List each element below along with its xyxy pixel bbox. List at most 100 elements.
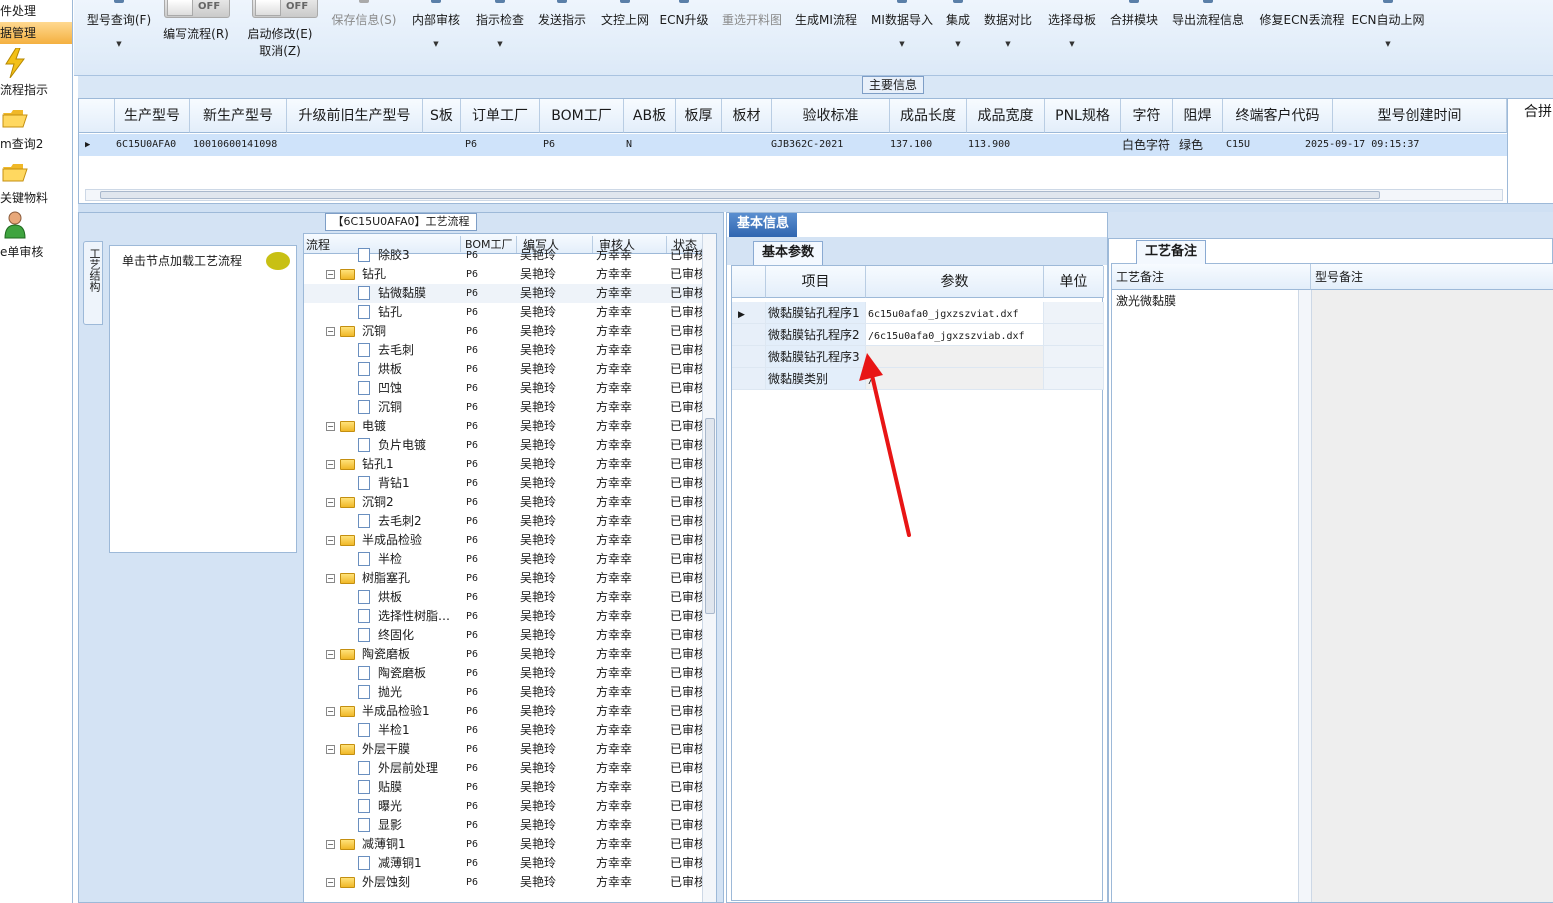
cell-solder[interactable]: 绿色 <box>1179 135 1203 155</box>
col-header-param[interactable]: 参数 <box>866 266 1044 298</box>
flow-tree-row[interactable]: 烘板 P6 吴艳玲 方幸幸 已审核 <box>304 360 702 379</box>
col-header[interactable]: 终端客户代码 <box>1223 99 1333 133</box>
data-compare-button[interactable]: 数据对比 ▼ <box>980 0 1036 60</box>
flow-tree-row[interactable]: − 树脂塞孔 P6 吴艳玲 方幸幸 已审核 <box>304 569 702 588</box>
collapse-icon[interactable]: − <box>326 327 335 336</box>
cell-new-model[interactable]: 10010600141098 <box>193 135 287 155</box>
model-query-button[interactable]: 型号查询(F) ▼ <box>82 0 156 60</box>
flow-tree-row[interactable]: 除胶3 P6 吴艳玲 方幸幸 已审核 <box>304 246 702 265</box>
flow-tree-row[interactable]: 半检 P6 吴艳玲 方幸幸 已审核 <box>304 550 702 569</box>
cell-unit[interactable] <box>1044 302 1104 324</box>
flow-tree-row[interactable]: − 半成品检验 P6 吴艳玲 方幸幸 已审核 <box>304 531 702 550</box>
col-header[interactable]: 型号创建时间 <box>1333 99 1507 133</box>
col-header[interactable]: 生产型号 <box>115 99 190 133</box>
collapse-icon[interactable]: − <box>326 460 335 469</box>
cell-acceptance[interactable]: GJB362C-2021 <box>771 135 843 155</box>
cell-width[interactable]: 113.900 <box>968 135 1010 155</box>
fix-ecn-lost-flow-button[interactable]: 修复ECN丢流程 <box>1254 0 1350 60</box>
flow-tree-row[interactable]: 背钻1 P6 吴艳玲 方幸幸 已审核 <box>304 474 702 493</box>
export-flow-info-button[interactable]: 导出流程信息 <box>1168 0 1248 60</box>
col-header[interactable]: 订单工厂 <box>461 99 540 133</box>
splitter-bar[interactable] <box>78 204 1553 212</box>
flow-tree-row[interactable]: 抛光 P6 吴艳玲 方幸幸 已审核 <box>304 683 702 702</box>
col-header-process-remark[interactable]: 工艺备注 <box>1112 264 1311 290</box>
cell-unit[interactable] <box>1044 324 1104 346</box>
col-header[interactable]: 板材 <box>722 99 772 133</box>
cell-param[interactable]: /6c15u0afa0_jgxzszviab.dxf <box>866 324 1044 346</box>
instruction-check-button[interactable]: 指示检查 ▼ <box>472 0 528 60</box>
collapse-icon[interactable]: − <box>326 270 335 279</box>
cell-customer-code[interactable]: C15U <box>1226 135 1250 155</box>
flow-tree-row[interactable]: 终固化 P6 吴艳玲 方幸幸 已审核 <box>304 626 702 645</box>
col-header[interactable]: 验收标准 <box>772 99 890 133</box>
cell-char[interactable]: 白色字符 <box>1122 135 1170 155</box>
cell-prod-model[interactable]: 6C15U0AFA0 <box>116 135 190 155</box>
col-header-model-remark[interactable]: 型号备注 <box>1311 264 1553 290</box>
tab-process-remarks[interactable]: 工艺备注 <box>1136 240 1207 264</box>
row-header[interactable] <box>732 324 766 346</box>
flow-tree-row[interactable]: 半检1 P6 吴艳玲 方幸幸 已审核 <box>304 721 702 740</box>
flow-tree-row[interactable]: − 减薄铜1 P6 吴艳玲 方幸幸 已审核 <box>304 835 702 854</box>
model-remark-textarea[interactable] <box>1311 290 1553 902</box>
flow-tree-row[interactable]: 负片电镀 P6 吴艳玲 方幸幸 已审核 <box>304 436 702 455</box>
nav-item-file-processing[interactable]: 件处理 <box>0 2 36 19</box>
flow-tree-row[interactable]: 选择性树脂… P6 吴艳玲 方幸幸 已审核 <box>304 607 702 626</box>
flow-tree-row[interactable]: − 电镀 P6 吴艳玲 方幸幸 已审核 <box>304 417 702 436</box>
flow-tree-row[interactable]: − 陶瓷磨板 P6 吴艳玲 方幸幸 已审核 <box>304 645 702 664</box>
integrate-button[interactable]: 集成 ▼ <box>940 0 976 60</box>
collapse-icon[interactable]: − <box>326 422 335 431</box>
col-header[interactable]: PNL规格 <box>1045 99 1121 133</box>
flow-tree-row[interactable]: − 半成品检验1 P6 吴艳玲 方幸幸 已审核 <box>304 702 702 721</box>
collapse-icon[interactable]: − <box>326 745 335 754</box>
upload-doc-button[interactable]: 文控上网 <box>596 0 654 60</box>
generate-mi-flow-button[interactable]: 生成MI流程 <box>792 0 860 60</box>
flow-tree-row[interactable]: 去毛刺2 P6 吴艳玲 方幸幸 已审核 <box>304 512 702 531</box>
flow-tree-row[interactable]: − 钻孔1 P6 吴艳玲 方幸幸 已审核 <box>304 455 702 474</box>
col-header[interactable]: BOM工厂 <box>540 99 624 133</box>
flow-tree-row[interactable]: 减薄铜1 P6 吴艳玲 方幸幸 已审核 <box>304 854 702 873</box>
collapse-icon[interactable]: − <box>326 498 335 507</box>
flow-tree-row[interactable]: 烘板 P6 吴艳玲 方幸幸 已审核 <box>304 588 702 607</box>
col-header[interactable]: 升级前旧生产型号 <box>287 99 423 133</box>
tab-basic-info[interactable]: 基本信息 <box>729 213 798 237</box>
internal-review-button[interactable]: 内部审核 ▼ <box>408 0 464 60</box>
row-header[interactable]: ▶ <box>732 302 766 324</box>
process-remark-textarea[interactable]: 激光微黏膜 <box>1112 290 1298 902</box>
flow-tree-row[interactable]: 显影 P6 吴艳玲 方幸幸 已审核 <box>304 816 702 835</box>
vertical-scrollbar[interactable] <box>702 234 716 902</box>
cell-ab-board[interactable]: N <box>626 135 632 155</box>
flow-tree-row[interactable]: − 钻孔 P6 吴艳玲 方幸幸 已审核 <box>304 265 702 284</box>
cell-length[interactable]: 137.100 <box>890 135 932 155</box>
row-header[interactable] <box>732 368 766 390</box>
collapse-icon[interactable]: − <box>326 840 335 849</box>
cell-bom-factory[interactable]: P6 <box>543 135 555 155</box>
flow-tree-row[interactable]: − 沉铜 P6 吴艳玲 方幸幸 已审核 <box>304 322 702 341</box>
select-master-button[interactable]: 选择母板 ▼ <box>1044 0 1100 60</box>
nav-item-query2[interactable]: m查询2 <box>0 135 43 152</box>
save-info-button[interactable]: 保存信息(S) <box>328 0 400 60</box>
row-header[interactable] <box>732 346 766 368</box>
scrollbar-thumb[interactable] <box>100 191 1380 199</box>
remark-scrollbar[interactable] <box>1298 290 1311 902</box>
cell-param[interactable]: 6c15u0afa0_jgxzszviat.dxf <box>866 302 1044 324</box>
mi-data-import-button[interactable]: MI数据导入 ▼ <box>866 0 938 60</box>
flow-tree-row[interactable]: 曝光 P6 吴艳玲 方幸幸 已审核 <box>304 797 702 816</box>
col-header[interactable]: 板厚 <box>676 99 722 133</box>
merge-module-button[interactable]: 合拼模块 <box>1106 0 1162 60</box>
cell-created[interactable]: 2025-09-17 09:15:37 <box>1305 135 1419 155</box>
nav-item-data-management[interactable]: 据管理 <box>0 22 72 44</box>
col-header[interactable]: 字符 <box>1121 99 1173 133</box>
flow-tree-row[interactable]: 钻微黏膜 P6 吴艳玲 方幸幸 已审核 <box>304 284 702 303</box>
scrollbar-thumb[interactable] <box>705 418 715 614</box>
flow-tree-row[interactable]: 去毛刺 P6 吴艳玲 方幸幸 已审核 <box>304 341 702 360</box>
nav-item-flow-instruction[interactable]: 流程指示 <box>0 81 48 98</box>
flow-tree-row[interactable]: 沉铜 P6 吴艳玲 方幸幸 已审核 <box>304 398 702 417</box>
flow-tree-row[interactable]: 凹蚀 P6 吴艳玲 方幸幸 已审核 <box>304 379 702 398</box>
tab-basic-params[interactable]: 基本参数 <box>753 241 824 265</box>
flow-tree-row[interactable]: 贴膜 P6 吴艳玲 方幸幸 已审核 <box>304 778 702 797</box>
collapse-icon[interactable]: − <box>326 536 335 545</box>
cell-unit[interactable] <box>1044 368 1104 390</box>
col-header[interactable]: 阻焊 <box>1173 99 1223 133</box>
ecn-auto-upload-button[interactable]: ECN自动上网 ▼ <box>1350 0 1426 60</box>
collapse-icon[interactable]: − <box>326 650 335 659</box>
